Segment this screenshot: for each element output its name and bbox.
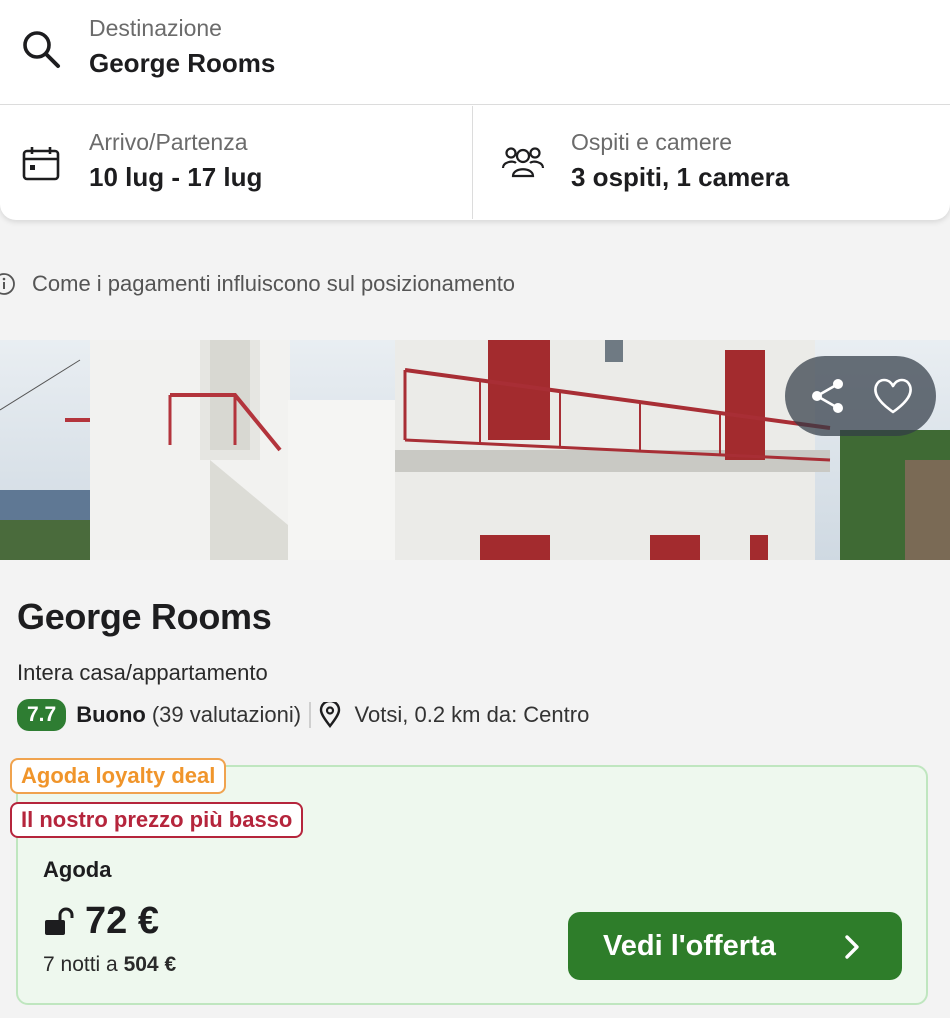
- heart-icon[interactable]: [871, 374, 915, 418]
- payments-ranking-link[interactable]: Come i pagamenti influiscono sul posizio…: [0, 271, 515, 297]
- chevron-right-icon: [845, 935, 859, 959]
- share-icon[interactable]: [806, 374, 850, 418]
- provider-name: Agoda: [43, 857, 112, 882]
- rating-row: 7.7 Buono (39 valutazioni) Votsi, 0.2 km…: [17, 698, 589, 732]
- dates-value: 10 lug - 17 lug: [89, 162, 263, 192]
- property-type: Intera casa/appartamento: [17, 660, 268, 685]
- unlock-icon: [45, 907, 74, 935]
- dates-label: Arrivo/Partenza: [89, 129, 248, 155]
- location-text[interactable]: Votsi, 0.2 km da: Centro: [355, 702, 590, 728]
- calendar-icon: [22, 146, 60, 182]
- info-icon: [0, 273, 15, 295]
- total-price: 7 notti a 504 €: [43, 953, 176, 977]
- guests-field[interactable]: Ospiti e camere 3 ospiti, 1 camera: [474, 106, 950, 219]
- divider: [309, 702, 311, 728]
- view-offer-label: Vedi l'offerta: [603, 929, 776, 962]
- dates-field[interactable]: Arrivo/Partenza 10 lug - 17 lug: [0, 106, 473, 219]
- view-offer-button[interactable]: Vedi l'offerta: [568, 912, 902, 980]
- guests-icon: [501, 144, 545, 184]
- destination-label: Destinazione: [89, 15, 222, 41]
- hotel-name[interactable]: George Rooms: [17, 596, 272, 638]
- rating-count[interactable]: (39 valutazioni): [152, 702, 301, 728]
- payments-info-text: Come i pagamenti influiscono sul posizio…: [32, 271, 516, 296]
- search-card: Destinazione George Rooms Arrivo/Partenz…: [0, 0, 950, 220]
- nightly-price: 72 €: [85, 900, 159, 942]
- loyalty-deal-badge: Agoda loyalty deal: [10, 758, 227, 794]
- price-row: 72 €: [43, 900, 159, 943]
- location-pin-icon: [319, 702, 340, 728]
- destination-value: George Rooms: [89, 48, 276, 78]
- nights-prefix: 7 notti a: [43, 953, 118, 976]
- review-score-badge: 7.7: [17, 699, 67, 731]
- destination-field[interactable]: Destinazione George Rooms: [0, 0, 950, 105]
- search-icon: [20, 28, 62, 70]
- photo-actions: [785, 356, 936, 436]
- guests-value: 3 ospiti, 1 camera: [571, 162, 790, 192]
- rating-word: Buono: [76, 702, 146, 727]
- lowest-price-badge: Il nostro prezzo più basso: [10, 802, 304, 838]
- total-amount: 504 €: [123, 953, 177, 976]
- guests-label: Ospiti e camere: [571, 129, 733, 155]
